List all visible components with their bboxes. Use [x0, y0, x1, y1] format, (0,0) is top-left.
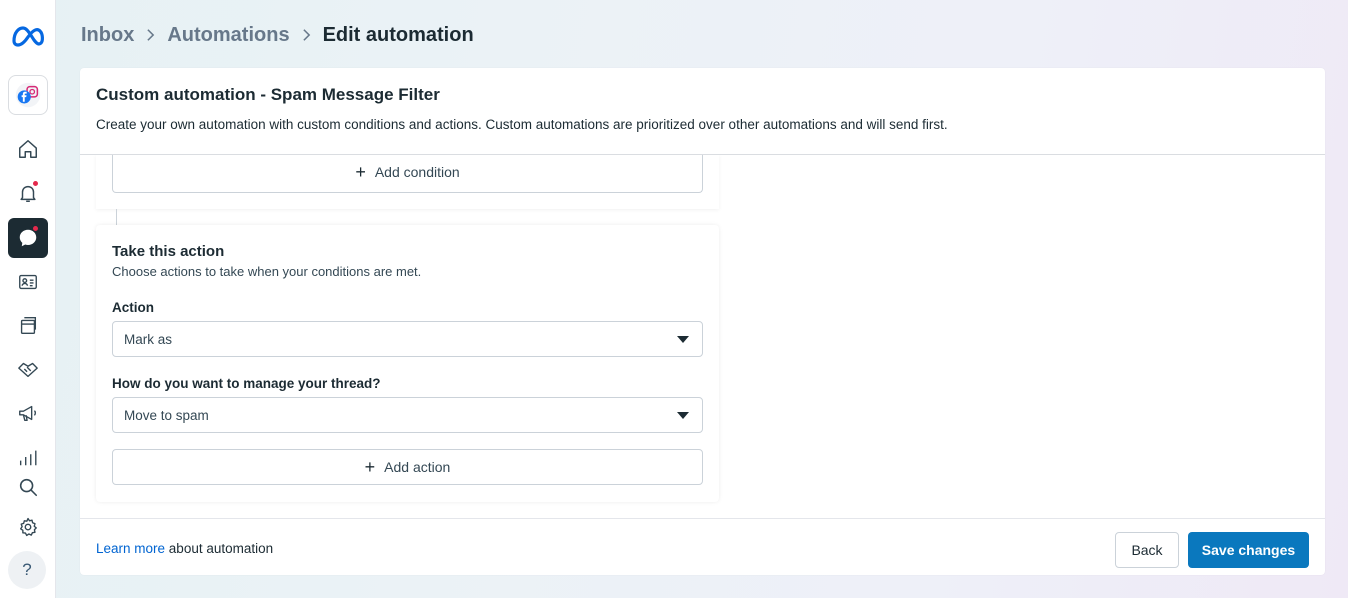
- thread-label: How do you want to manage your thread?: [112, 376, 381, 391]
- contact-card-icon: [19, 274, 37, 290]
- automation-builder[interactable]: + Add condition Take this action Choose …: [80, 155, 1325, 518]
- flow-connector: [116, 209, 117, 225]
- learn-more-text: Learn more about automation: [96, 541, 273, 556]
- content-pages-icon: [20, 316, 37, 334]
- sidebar-item-home[interactable]: [8, 129, 48, 169]
- notification-dot: [32, 225, 39, 232]
- facebook-instagram-accounts-icon: [15, 82, 41, 108]
- action-section-subtitle: Choose actions to take when your conditi…: [112, 264, 422, 279]
- breadcrumb-current: Edit automation: [322, 23, 474, 46]
- action-label: Action: [112, 300, 154, 315]
- help-icon: ?: [22, 560, 32, 579]
- add-action-button[interactable]: + Add action: [112, 449, 703, 485]
- sidebar-item-insights[interactable]: [8, 437, 48, 467]
- search-icon: [19, 478, 38, 497]
- breadcrumb-automations[interactable]: Automations: [167, 24, 289, 47]
- add-condition-label: Add condition: [374, 164, 460, 180]
- sidebar-item-content[interactable]: [8, 305, 48, 345]
- plus-icon: +: [355, 162, 366, 182]
- add-condition-button[interactable]: + Add condition: [112, 155, 703, 193]
- action-section-title: Take this action: [112, 243, 225, 260]
- breadcrumb-inbox[interactable]: Inbox: [81, 24, 134, 47]
- caret-down-icon: [677, 336, 689, 343]
- card-header: Custom automation - Spam Message Filter …: [80, 68, 1325, 155]
- conditions-panel: + Add condition: [96, 155, 719, 209]
- back-button[interactable]: Back: [1115, 532, 1179, 568]
- help-button[interactable]: ?: [8, 551, 46, 589]
- bar-chart-icon: [19, 450, 37, 466]
- sidebar-item-search[interactable]: [8, 467, 48, 507]
- handshake-icon: [18, 362, 38, 378]
- sidebar: ?: [0, 0, 56, 598]
- megaphone-icon: [19, 405, 36, 422]
- chevron-right-icon: [302, 28, 311, 42]
- breadcrumb: Inbox Automations Edit automation: [81, 21, 474, 49]
- thread-select[interactable]: Move to spam: [112, 397, 703, 433]
- meta-logo-icon[interactable]: [10, 24, 46, 48]
- learn-more-suffix: about automation: [165, 541, 274, 556]
- action-select[interactable]: Mark as: [112, 321, 703, 357]
- sidebar-item-contacts[interactable]: [8, 262, 48, 302]
- card-footer: Learn more about automation Back Save ch…: [80, 518, 1325, 575]
- sidebar-item-notifications[interactable]: [8, 173, 48, 213]
- sidebar-item-inbox[interactable]: [8, 218, 48, 258]
- page-title: Custom automation - Spam Message Filter: [96, 85, 440, 104]
- plus-icon: +: [364, 457, 376, 477]
- sidebar-item-partnerships[interactable]: [8, 349, 48, 389]
- home-icon: [19, 140, 37, 158]
- action-select-value: Mark as: [124, 331, 173, 347]
- notification-dot: [32, 180, 39, 187]
- thread-select-value: Move to spam: [124, 407, 209, 423]
- action-panel: Take this action Choose actions to take …: [96, 225, 719, 502]
- caret-down-icon: [677, 412, 689, 419]
- chevron-right-icon: [146, 28, 155, 42]
- learn-more-link[interactable]: Learn more: [96, 541, 165, 556]
- gear-icon: [19, 517, 37, 537]
- add-action-label: Add action: [384, 459, 451, 475]
- automation-editor-card: Custom automation - Spam Message Filter …: [80, 68, 1325, 575]
- save-changes-button[interactable]: Save changes: [1188, 532, 1309, 568]
- account-switcher[interactable]: [8, 75, 48, 115]
- page-description: Create your own automation with custom c…: [96, 117, 948, 132]
- sidebar-item-settings[interactable]: [8, 507, 48, 547]
- sidebar-item-ads[interactable]: [8, 393, 48, 433]
